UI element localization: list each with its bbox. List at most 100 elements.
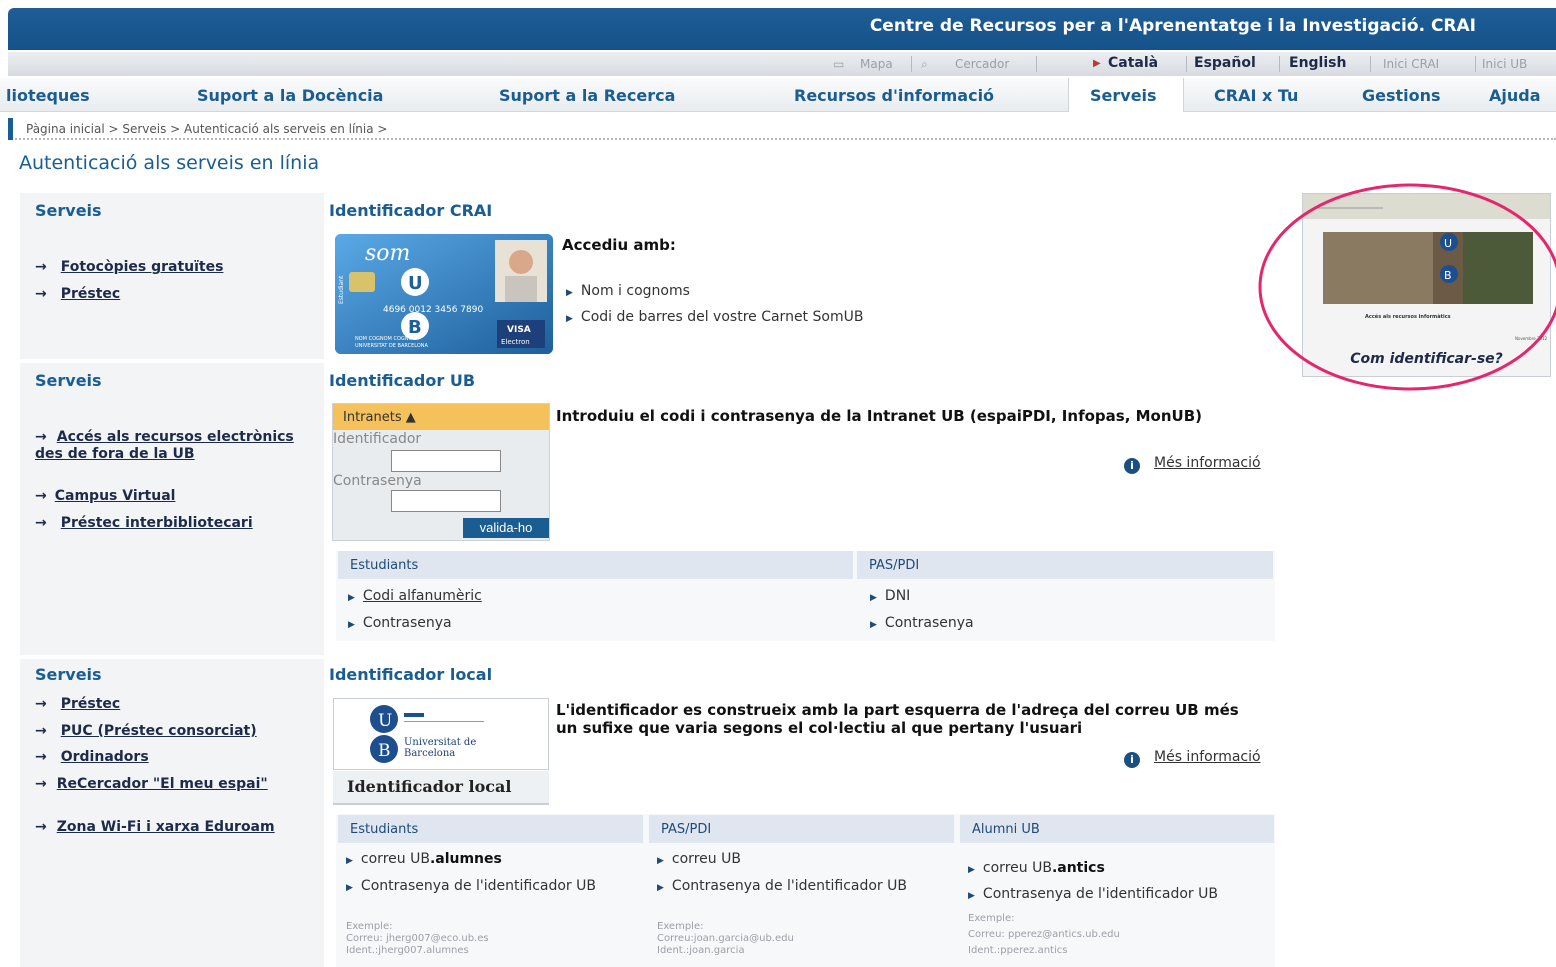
table-cell: ▶ correu UB.antics [968, 860, 1105, 876]
user-label: Identificador [333, 431, 422, 447]
link-ordinadors[interactable]: → Ordinadors [35, 749, 310, 766]
divider [911, 56, 912, 72]
divider [1370, 56, 1371, 72]
link-prestec-interbibliotecari[interactable]: → Préstec interbibliotecari [35, 515, 310, 532]
local-id-description: L'identificador es construeix amb la par… [556, 701, 1239, 737]
password-input[interactable] [391, 490, 501, 512]
link-prestec[interactable]: → Préstec [35, 286, 310, 303]
example-mail: Correu: pperez@antics.ub.edu [968, 929, 1120, 940]
section-title: Identificador UB [329, 371, 476, 390]
ub-logo: U B Universitat de Barcelona [333, 698, 549, 770]
search-icon[interactable]: ⌕ [921, 57, 928, 72]
access-heading: Accediu amb: [562, 236, 676, 254]
table-cell: ▶ correu UB [657, 851, 741, 867]
card-university: UNIVERSITAT DE BARCELONA [355, 343, 429, 349]
validate-button[interactable]: valida-ho [463, 518, 549, 538]
table-cell: ▶ Contrasenya de l'identificador UB [968, 886, 1218, 902]
info-icon: i [1124, 458, 1140, 474]
col-header-alumni: Alumni UB [960, 815, 1274, 843]
table-cell: ▶ correu UB.alumnes [346, 851, 502, 867]
link-recercador[interactable]: → ReCercador "El meu espai" [35, 776, 285, 793]
nav-serveis[interactable]: Serveis [1090, 86, 1157, 105]
card-number: 4696 0012 3456 7890 [383, 305, 483, 315]
svg-text:U: U [378, 711, 392, 731]
side-title: Serveis [35, 201, 102, 220]
example-mail: Correu: jherg007@eco.ub.es [346, 933, 489, 944]
breadcrumb-text[interactable]: Pàgina inicial > Serveis > Autenticació … [26, 122, 387, 136]
home-ub-link[interactable]: Inici UB [1482, 57, 1527, 71]
intranet-toggle[interactable]: Intranets ▲ [333, 404, 549, 430]
side-title: Serveis [35, 665, 102, 684]
svg-text:B: B [408, 317, 422, 338]
info-icon: i [1124, 752, 1140, 768]
electron-logo: Electron [501, 338, 530, 346]
example-id: Ident.:pperez.antics [968, 945, 1068, 956]
table-cell: ▶ DNI [870, 588, 911, 604]
map-link[interactable]: Mapa [860, 57, 893, 71]
nav-gestions[interactable]: Gestions [1362, 86, 1441, 105]
visa-logo: VISA [507, 325, 531, 335]
intranet-login-box: Intranets ▲ Identificador Contrasenya va… [332, 403, 550, 541]
password-label: Contrasenya [333, 473, 422, 489]
nav-recursos-informacio[interactable]: Recursos d'informació [794, 86, 994, 105]
lang-english[interactable]: English [1289, 55, 1346, 71]
svg-text:U: U [408, 273, 423, 294]
example-label: Exemple: [657, 921, 704, 932]
table-cell[interactable]: ▶ Codi alfanumèric [348, 588, 482, 604]
divider [1186, 56, 1187, 72]
link-prestec[interactable]: → Préstec [35, 696, 310, 713]
table-cell: ▶ Contrasenya de l'identificador UB [657, 878, 907, 894]
link-campus-virtual[interactable]: → Campus Virtual [35, 488, 310, 505]
nav-crai-x-tu[interactable]: CRAI x Tu [1214, 86, 1298, 105]
user-input[interactable] [391, 450, 501, 472]
logo-caption: Identificador local [333, 771, 549, 805]
col-header-estudiants: Estudiants [338, 815, 643, 843]
breadcrumb: Pàgina inicial > Serveis > Autenticació … [8, 118, 1556, 140]
ub-logo-icon: U B [370, 705, 484, 763]
col-header-pas-pdi: PAS/PDI [649, 815, 954, 843]
link-puc[interactable]: → PUC (Préstec consorciat) [35, 723, 310, 740]
side-title: Serveis [35, 371, 102, 390]
section-title: Identificador CRAI [329, 201, 493, 220]
lang-catala[interactable]: Català [1108, 55, 1158, 71]
list-item: ▶ Nom i cognoms [566, 283, 690, 299]
section-title: Identificador local [329, 665, 493, 684]
site-title: Centre de Recursos per a l'Aprenentatge … [869, 16, 1476, 36]
link-acces-recursos[interactable]: → Accés als recursos electrònics des de f… [35, 429, 307, 463]
highlight-circle [1258, 183, 1556, 391]
chip-icon [349, 272, 375, 292]
example-label: Exemple: [968, 913, 1015, 924]
more-info-link[interactable]: i Més informació [1124, 749, 1261, 768]
example-id: Ident.:joan.garcia [657, 945, 745, 956]
svg-text:B: B [378, 741, 391, 761]
map-icon[interactable]: ▭ [833, 57, 844, 71]
link-fotocopies[interactable]: → Fotocòpies gratuïtes [35, 259, 310, 276]
table-cell: ▶ Contrasenya [870, 615, 974, 631]
page-title: Autenticació als serveis en línia [19, 152, 320, 174]
nav-suport-recerca[interactable]: Suport a la Recerca [499, 86, 675, 105]
divider [1036, 56, 1037, 72]
nav-suport-docencia[interactable]: Suport a la Docència [197, 86, 383, 105]
more-info-link[interactable]: i Més informació [1124, 455, 1261, 474]
card-image: som U B 4696 0012 3456 7890 NOM COGNOM C… [335, 234, 553, 354]
example-label: Exemple: [346, 921, 393, 932]
list-item: ▶ Codi de barres del vostre Carnet SomUB [566, 309, 864, 325]
card-brand: som [365, 241, 410, 266]
main-nav: lioteques Suport a la Docència Suport a … [0, 78, 1556, 112]
nav-ajuda[interactable]: Ajuda [1489, 86, 1541, 105]
intranet-description: Introduiu el codi i contrasenya de la In… [556, 407, 1202, 425]
example-id: Ident.:jherg007.alumnes [346, 945, 469, 956]
ub-logo-text: Universitat de Barcelona [404, 737, 477, 759]
example-mail: Correu:joan.garcia@ub.edu [657, 933, 794, 944]
link-wifi-eduroam[interactable]: → Zona Wi-Fi i xarxa Eduroam [35, 819, 285, 836]
col-header-pas-pdi: PAS/PDI [857, 551, 1273, 579]
utility-bar: ▭ Mapa ⌕ Cercador ▶ Català Español Engli… [8, 52, 1556, 76]
card-holder: NOM COGNOM COGNOM [355, 336, 417, 342]
home-crai-link[interactable]: Inici CRAI [1383, 57, 1439, 71]
breadcrumb-marker [8, 118, 13, 140]
nav-biblioteques[interactable]: lioteques [6, 86, 90, 105]
lang-espanol[interactable]: Español [1194, 55, 1256, 71]
divider [1279, 56, 1280, 72]
table-cell: ▶ Contrasenya de l'identificador UB [346, 878, 596, 894]
search-link[interactable]: Cercador [955, 57, 1009, 71]
